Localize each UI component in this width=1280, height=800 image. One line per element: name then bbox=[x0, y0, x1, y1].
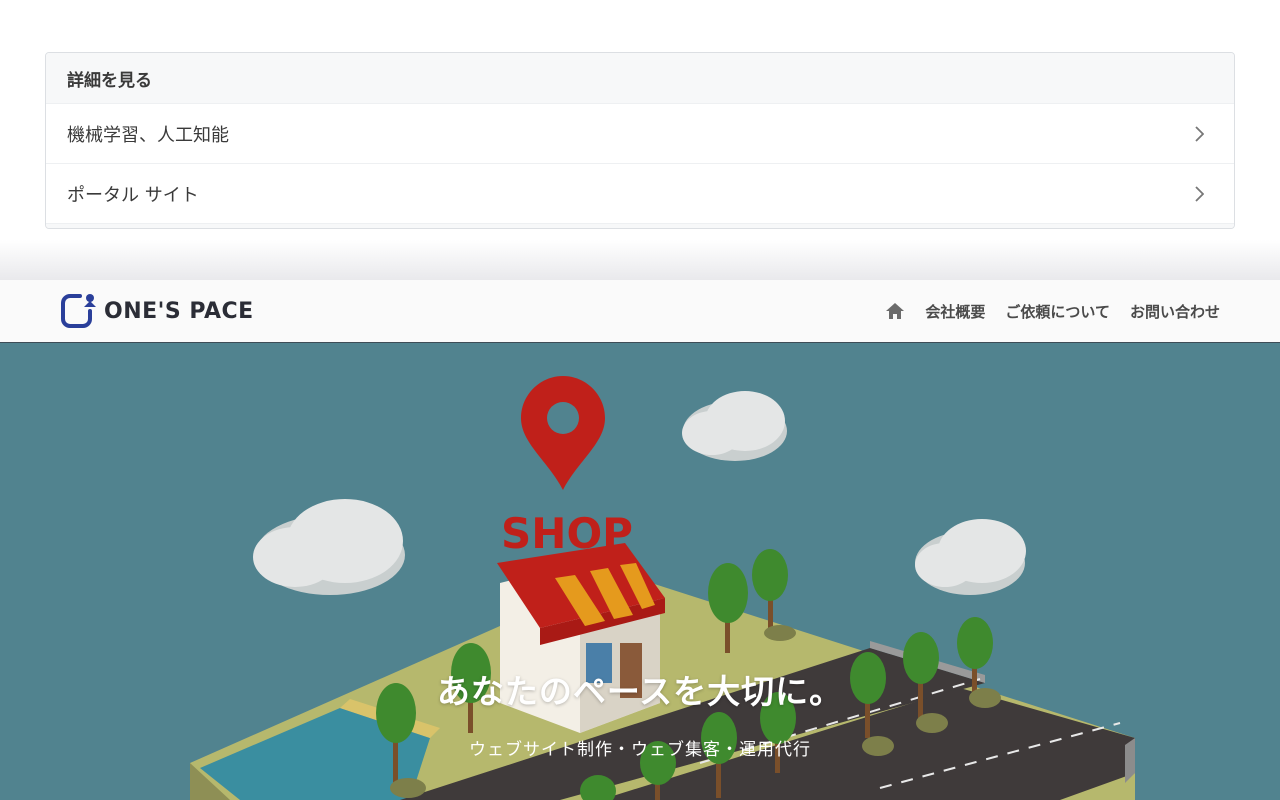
section-divider bbox=[0, 240, 1280, 280]
details-card: 詳細を見る 機械学習、人工知能 ポータル サイト bbox=[45, 52, 1235, 229]
cloud bbox=[682, 391, 787, 461]
home-icon[interactable] bbox=[885, 302, 905, 320]
nav-link-contact[interactable]: お問い合わせ bbox=[1130, 301, 1220, 322]
shop-sign-text: SHOP bbox=[501, 509, 633, 558]
card-header-title: 詳細を見る bbox=[67, 70, 152, 91]
site-logo[interactable]: ONE'S PACE bbox=[60, 293, 254, 329]
site-navbar: ONE'S PACE 会社概要 ご依頼について お問い合わせ bbox=[0, 280, 1280, 343]
list-item-label: 機械学習、人工知能 bbox=[67, 124, 229, 146]
main-nav: 会社概要 ご依頼について お問い合わせ bbox=[885, 301, 1220, 322]
hero-title: あなたのペースを大切に。 bbox=[436, 672, 844, 711]
logo-mark-icon bbox=[61, 294, 96, 328]
chevron-right-icon bbox=[1195, 185, 1204, 202]
chevron-right-icon bbox=[1195, 125, 1204, 142]
hero-illustration: SHOP bbox=[190, 376, 1135, 800]
list-item-label: ポータル サイト bbox=[67, 184, 199, 206]
list-item-portal-site[interactable]: ポータル サイト bbox=[46, 163, 1234, 223]
hero-section: SHOP あなたのペースを大切に。 ウェブサイト制作・ウェブ集客・運用代行 bbox=[0, 343, 1280, 800]
nav-link-request[interactable]: ご依頼について bbox=[1005, 301, 1110, 322]
card-header: 詳細を見る bbox=[46, 53, 1234, 103]
map-pin-icon bbox=[521, 376, 605, 490]
list-item-machine-learning[interactable]: 機械学習、人工知能 bbox=[46, 103, 1234, 163]
hero-subtitle: ウェブサイト制作・ウェブ集客・運用代行 bbox=[469, 740, 811, 760]
card-footer bbox=[46, 223, 1234, 228]
nav-link-company[interactable]: 会社概要 bbox=[925, 301, 985, 322]
cloud bbox=[253, 499, 405, 595]
logo-text: ONE'S PACE bbox=[104, 298, 254, 324]
cloud bbox=[915, 519, 1026, 595]
